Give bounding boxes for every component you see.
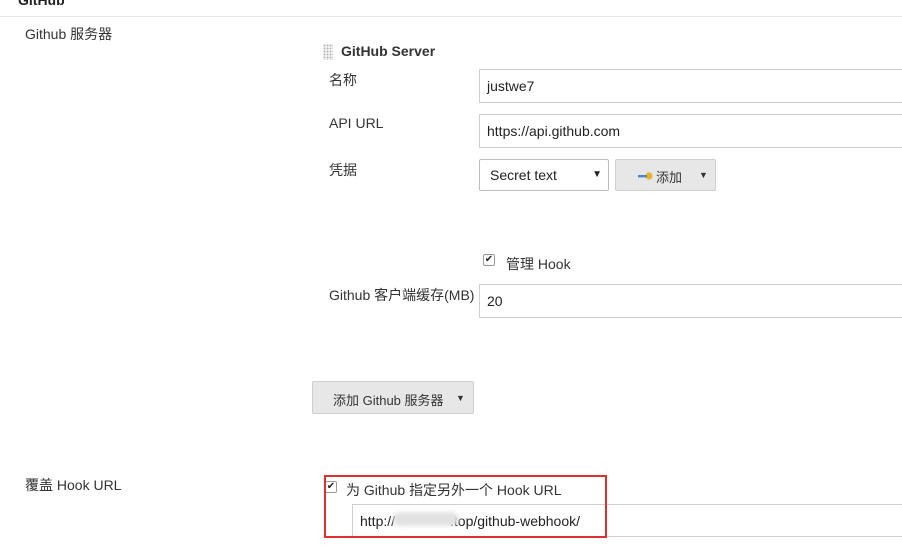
github-servers-label: Github 服务器	[25, 26, 113, 42]
credentials-label: 凭据	[329, 162, 357, 178]
select-arrow-icon: ▼	[592, 169, 602, 180]
credentials-selected-value: Secret text	[490, 167, 557, 183]
section-divider	[0, 16, 902, 17]
github-server-title: GitHub Server	[341, 43, 436, 59]
api-url-input[interactable]: https://api.github.com	[479, 114, 902, 148]
override-hook-url-label: 覆盖 Hook URL	[25, 477, 122, 493]
name-input[interactable]: justwe7	[479, 69, 902, 103]
name-label: 名称	[329, 72, 357, 88]
section-title: GitHub	[18, 0, 65, 8]
manage-hook-label: 管理 Hook	[506, 256, 571, 272]
api-url-label: API URL	[329, 115, 384, 131]
credentials-select[interactable]: Secret text ▼	[479, 159, 609, 191]
key-icon	[638, 172, 653, 180]
dropdown-caret-icon: ▼	[456, 393, 465, 403]
highlight-box	[324, 475, 607, 538]
add-credentials-button[interactable]: 添加 ▼	[615, 159, 716, 191]
add-credentials-label: 添加	[656, 170, 683, 185]
add-github-server-label: 添加 Github 服务器	[333, 393, 444, 408]
cache-size-label: Github 客户端缓存(MB)	[329, 287, 475, 303]
cache-size-input[interactable]: 20	[479, 284, 902, 318]
manage-hook-checkbox[interactable]: ✔	[483, 254, 495, 266]
drag-handle-icon[interactable]	[323, 44, 333, 60]
dropdown-caret-icon: ▼	[699, 170, 708, 180]
add-github-server-button[interactable]: 添加 Github 服务器 ▼	[312, 381, 474, 414]
